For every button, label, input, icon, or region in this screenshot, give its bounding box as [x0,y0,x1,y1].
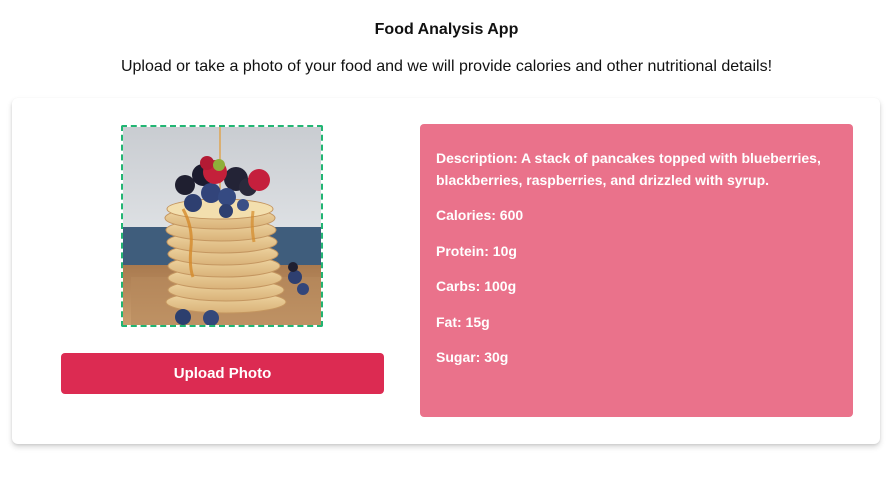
upload-photo-button[interactable]: Upload Photo [61,353,384,394]
app-subtitle: Upload or take a photo of your food and … [120,58,773,75]
carbs-value: Carbs: 100g [436,278,517,294]
calories-value: Calories: 600 [436,207,524,223]
fat-value: Fat: 15g [436,313,490,330]
app-title: Food Analysis App [374,21,519,38]
nutrition-results-panel: Description: A stack of pancakes topped … [420,124,853,417]
food-description: Description: A stack of pancakes topped … [436,150,821,188]
sugar-value: Sugar: 30g [436,349,509,365]
protein-value: Protein: 10g [436,242,517,259]
analysis-card: Upload Photo Description: A stack of pan… [12,98,880,444]
food-photo [123,127,321,325]
photo-dropzone[interactable] [121,125,323,327]
